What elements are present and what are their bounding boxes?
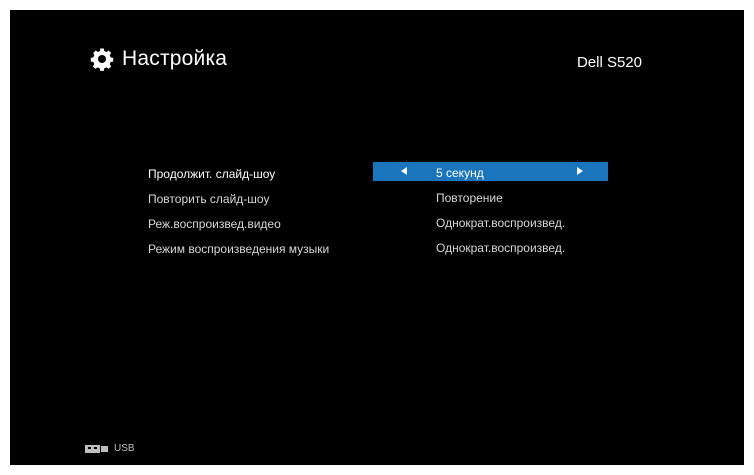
source-label: USB [114,443,135,454]
value-selector[interactable]: Повторение [373,187,608,206]
menu-item-label: Реж.воспроизвед.видео [148,217,281,231]
model-name: Dell S520 [576,54,642,71]
value-text: Однократ.воспроизвед. [436,241,566,255]
settings-menu: Продолжит. слайд-шоу 5 секунд Повторить … [10,162,744,262]
header: Настройка [90,47,227,71]
arrow-right-icon[interactable] [577,167,583,175]
menu-item-label: Режим воспроизведения музыки [148,242,330,256]
menu-item-label: Продолжит. слайд-шоу [148,167,276,181]
value-selector[interactable]: 5 секунд [373,162,608,181]
menu-item-label: Повторить слайд-шоу [148,192,270,206]
usb-icon [85,444,108,453]
arrow-left-icon[interactable] [401,167,407,175]
osd-screen: Настройка Dell S520 Продолжит. слайд-шоу… [10,10,744,465]
source-indicator: USB [85,443,135,454]
menu-item-music-playback-mode[interactable]: Режим воспроизведения музыки Однократ.во… [10,237,744,262]
menu-item-slideshow-repeat[interactable]: Повторить слайд-шоу Повторение [10,187,744,212]
gear-icon [90,48,114,71]
value-text: 5 секунд [436,166,484,180]
page-title: Настройка [122,47,228,70]
menu-item-video-playback-mode[interactable]: Реж.воспроизвед.видео Однократ.воспроизв… [10,212,744,237]
menu-item-slideshow-interval[interactable]: Продолжит. слайд-шоу 5 секунд [10,162,744,187]
value-selector[interactable]: Однократ.воспроизвед. [373,237,608,256]
value-selector[interactable]: Однократ.воспроизвед. [373,212,608,231]
value-text: Однократ.воспроизвед. [436,216,566,230]
value-text: Повторение [436,191,503,205]
